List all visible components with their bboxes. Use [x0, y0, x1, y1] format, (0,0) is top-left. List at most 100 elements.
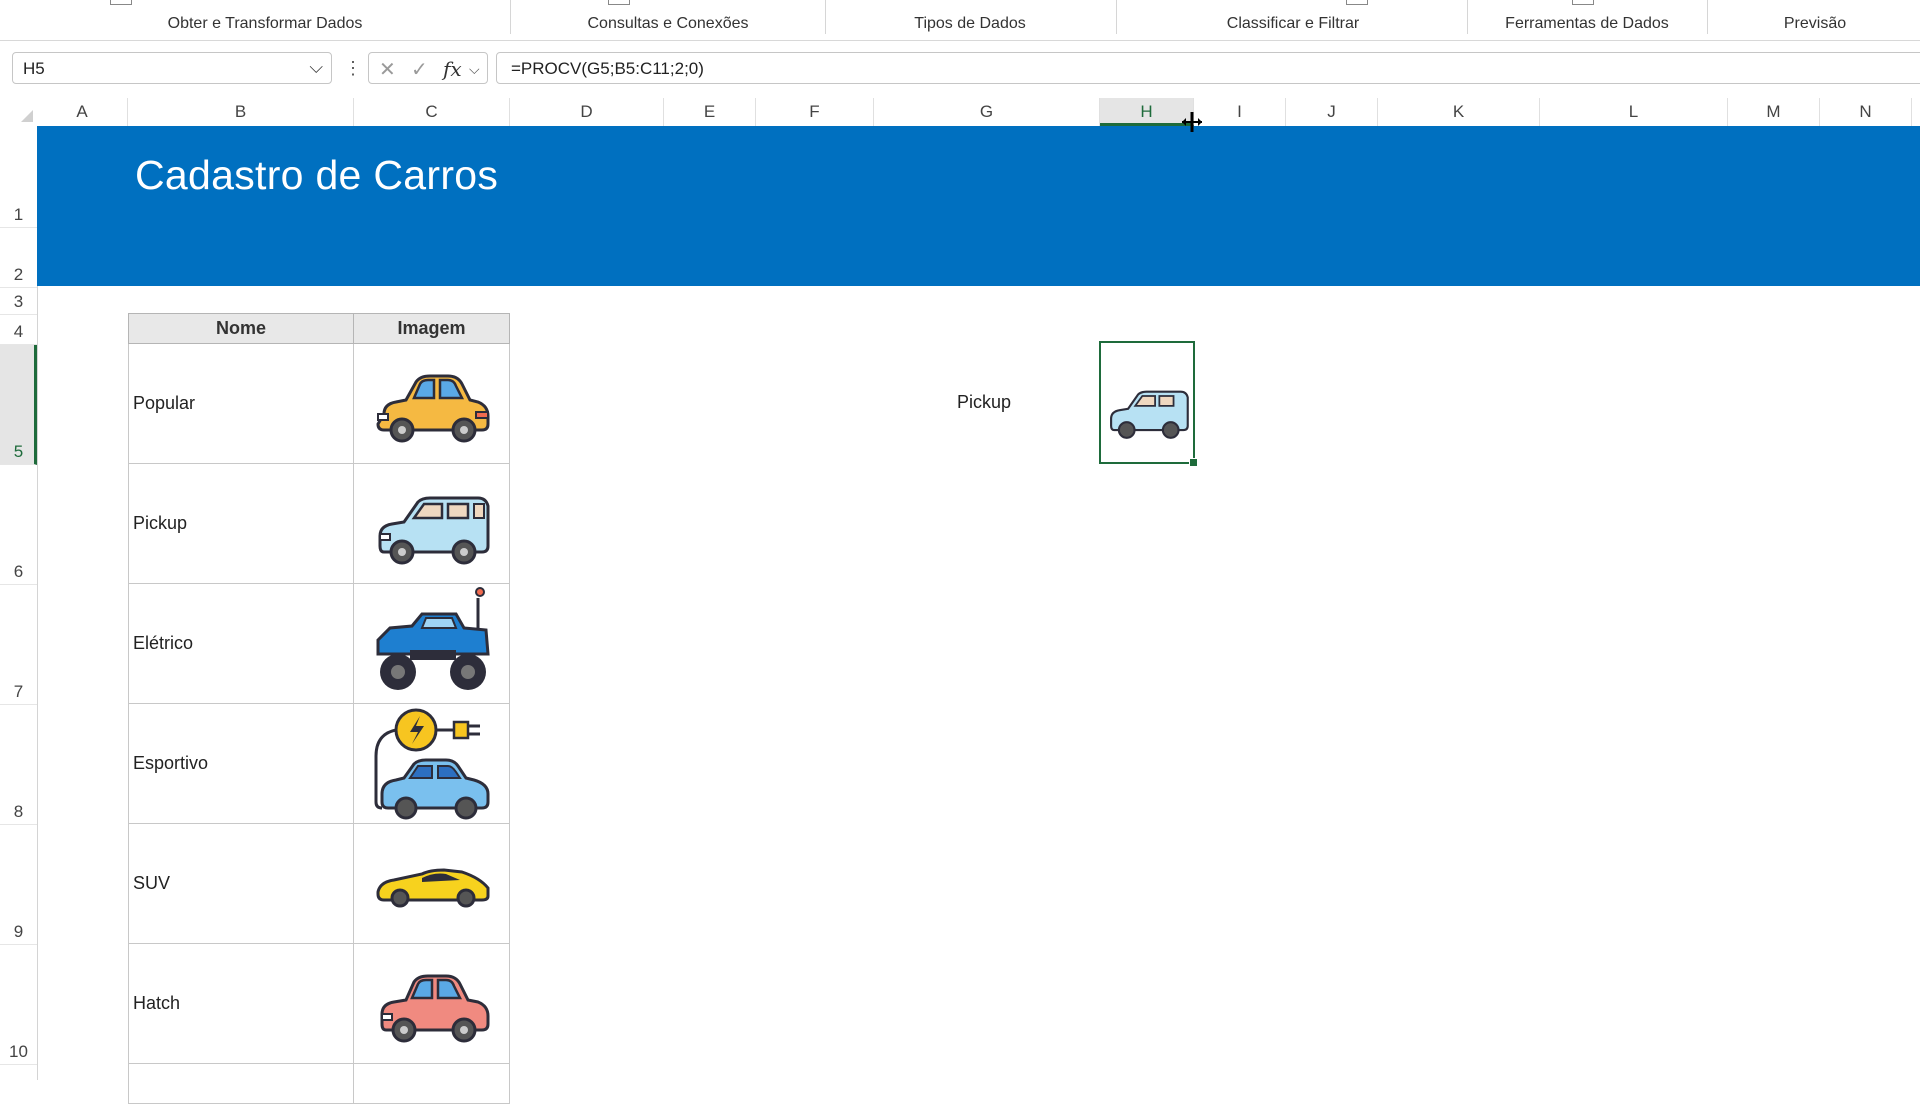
cell-name[interactable]: Pickup	[128, 464, 354, 584]
table-row: Pickup	[128, 464, 510, 584]
ribbon-group-data-tools[interactable]: Ferramentas de Dados	[1490, 14, 1684, 34]
row-header-8[interactable]: 8	[0, 705, 37, 825]
cell-image[interactable]	[353, 1064, 510, 1104]
column-header-d[interactable]: D	[510, 98, 664, 126]
yellow-car-icon	[376, 374, 490, 443]
column-header-c[interactable]: C	[354, 98, 510, 126]
cell-name[interactable]: Elétrico	[128, 584, 354, 704]
table-row: SUV	[128, 824, 510, 944]
car-name: Esportivo	[133, 753, 209, 773]
ribbon: Obter e Transformar Dados Consultas e Co…	[0, 0, 1920, 41]
ribbon-group-forecast[interactable]: Previsão	[1760, 14, 1870, 34]
row-number: 2	[13, 265, 24, 284]
row-header-10[interactable]: 10	[0, 945, 37, 1065]
table-row: Popular	[128, 344, 510, 464]
ribbon-group-get-transform[interactable]: Obter e Transformar Dados	[140, 14, 390, 34]
formula-buttons: ✕ ✓ fx ⌵	[368, 52, 488, 84]
column-header-m[interactable]: M	[1728, 98, 1820, 126]
cell-image[interactable]	[353, 464, 510, 584]
row-number: 7	[13, 682, 24, 701]
column-headers: A B C D E F G H I J K L M N	[0, 98, 1920, 127]
cell-image[interactable]	[353, 704, 510, 824]
ribbon-group-sort-filter[interactable]: Classificar e Filtrar	[1200, 14, 1386, 34]
column-header-b[interactable]: B	[128, 98, 354, 126]
blue-monster-truck-icon	[376, 587, 490, 690]
cell-name[interactable]	[128, 1064, 354, 1104]
fx-icon[interactable]: fx	[443, 57, 462, 81]
column-header-i[interactable]: I	[1194, 98, 1286, 126]
formula-input[interactable]: =PROCV(G5;B5:C11;2;0)	[496, 52, 1920, 84]
cell-name[interactable]: Hatch	[128, 944, 354, 1064]
row-number: 4	[13, 322, 24, 341]
row-number: 10	[9, 1042, 28, 1061]
more-options-icon[interactable]: ⋮	[344, 58, 362, 79]
row-header-5[interactable]: 5	[0, 345, 37, 465]
column-resize-cursor-icon	[1182, 112, 1202, 132]
fill-handle[interactable]	[1189, 458, 1198, 467]
column-header-j[interactable]: J	[1286, 98, 1378, 126]
ribbon-group-data-types[interactable]: Tipos de Dados	[880, 14, 1060, 34]
chevron-down-icon[interactable]: ⌵	[309, 57, 323, 78]
name-box[interactable]: H5 ⌵	[12, 52, 332, 84]
row-header-3[interactable]: 3	[0, 288, 37, 315]
select-all-corner[interactable]	[0, 98, 37, 126]
red-car-icon	[380, 974, 490, 1043]
formula-text: =PROCV(G5;B5:C11;2;0)	[511, 59, 704, 78]
cell-image[interactable]	[353, 824, 510, 944]
chevron-down-icon[interactable]: ⌵	[469, 61, 480, 78]
column-header-a[interactable]: A	[37, 98, 128, 126]
column-header-l[interactable]: L	[1540, 98, 1728, 126]
cell-name[interactable]: Esportivo	[128, 704, 354, 824]
ribbon-icon-fragment	[1572, 0, 1594, 5]
car-name: Pickup	[133, 513, 188, 533]
row-header-2[interactable]: 2	[0, 228, 37, 288]
ribbon-icon-fragment	[608, 0, 630, 5]
row-number: 1	[13, 205, 24, 224]
yellow-sports-car-icon	[376, 868, 490, 908]
table-row: Elétrico	[128, 584, 510, 704]
check-icon[interactable]: ✓	[411, 57, 428, 82]
column-header-k[interactable]: K	[1378, 98, 1540, 126]
ribbon-icon-fragment	[110, 0, 132, 5]
row-number: 3	[13, 292, 24, 311]
name-box-value: H5	[23, 59, 45, 78]
car-name: SUV	[133, 873, 171, 893]
cell-name[interactable]: SUV	[128, 824, 354, 944]
ribbon-separator	[825, 0, 826, 34]
sheet-title: Cadastro de Carros	[135, 152, 499, 198]
row-header-1[interactable]: 1	[0, 126, 37, 228]
table-row	[128, 1064, 510, 1104]
formula-bar: H5 ⌵ ⋮ ✕ ✓ fx ⌵ =PROCV(G5;B5:C11;2;0)	[0, 46, 1920, 92]
light-blue-car-icon	[378, 496, 490, 565]
column-header-e[interactable]: E	[664, 98, 756, 126]
cell-image[interactable]	[353, 944, 510, 1064]
table-row: Hatch	[128, 944, 510, 1064]
lookup-value-cell[interactable]: Pickup	[957, 392, 1011, 413]
cell-image[interactable]	[353, 584, 510, 704]
row-number: 6	[13, 562, 24, 581]
row-number: 5	[13, 442, 24, 461]
row-header-7[interactable]: 7	[0, 585, 37, 705]
ribbon-separator	[1707, 0, 1708, 34]
column-header-g[interactable]: G	[874, 98, 1100, 126]
header-cell-nome[interactable]: Nome	[128, 313, 354, 344]
table-row: Esportivo	[128, 704, 510, 824]
row-header-4[interactable]: 4	[0, 315, 37, 345]
light-blue-car-icon	[1110, 390, 1189, 439]
row-headers: 1 2 3 4 5 6 7 8 9 10	[0, 126, 38, 1080]
ribbon-group-queries[interactable]: Consultas e Conexões	[560, 14, 776, 34]
row-number: 9	[13, 922, 24, 941]
row-header-6[interactable]: 6	[0, 465, 37, 585]
header-cell-imagem[interactable]: Imagem	[353, 313, 510, 344]
column-header-f[interactable]: F	[756, 98, 874, 126]
x-icon[interactable]: ✕	[379, 57, 396, 82]
cell-name[interactable]: Popular	[128, 344, 354, 464]
row-header-9[interactable]: 9	[0, 825, 37, 945]
row-number: 8	[13, 802, 24, 821]
ribbon-separator	[510, 0, 511, 34]
title-banner: Cadastro de Carros	[37, 126, 1920, 286]
ribbon-icon-fragment	[1346, 0, 1368, 5]
result-image-cell[interactable]	[1099, 341, 1198, 467]
cell-image[interactable]	[353, 344, 510, 464]
column-header-n[interactable]: N	[1820, 98, 1912, 126]
